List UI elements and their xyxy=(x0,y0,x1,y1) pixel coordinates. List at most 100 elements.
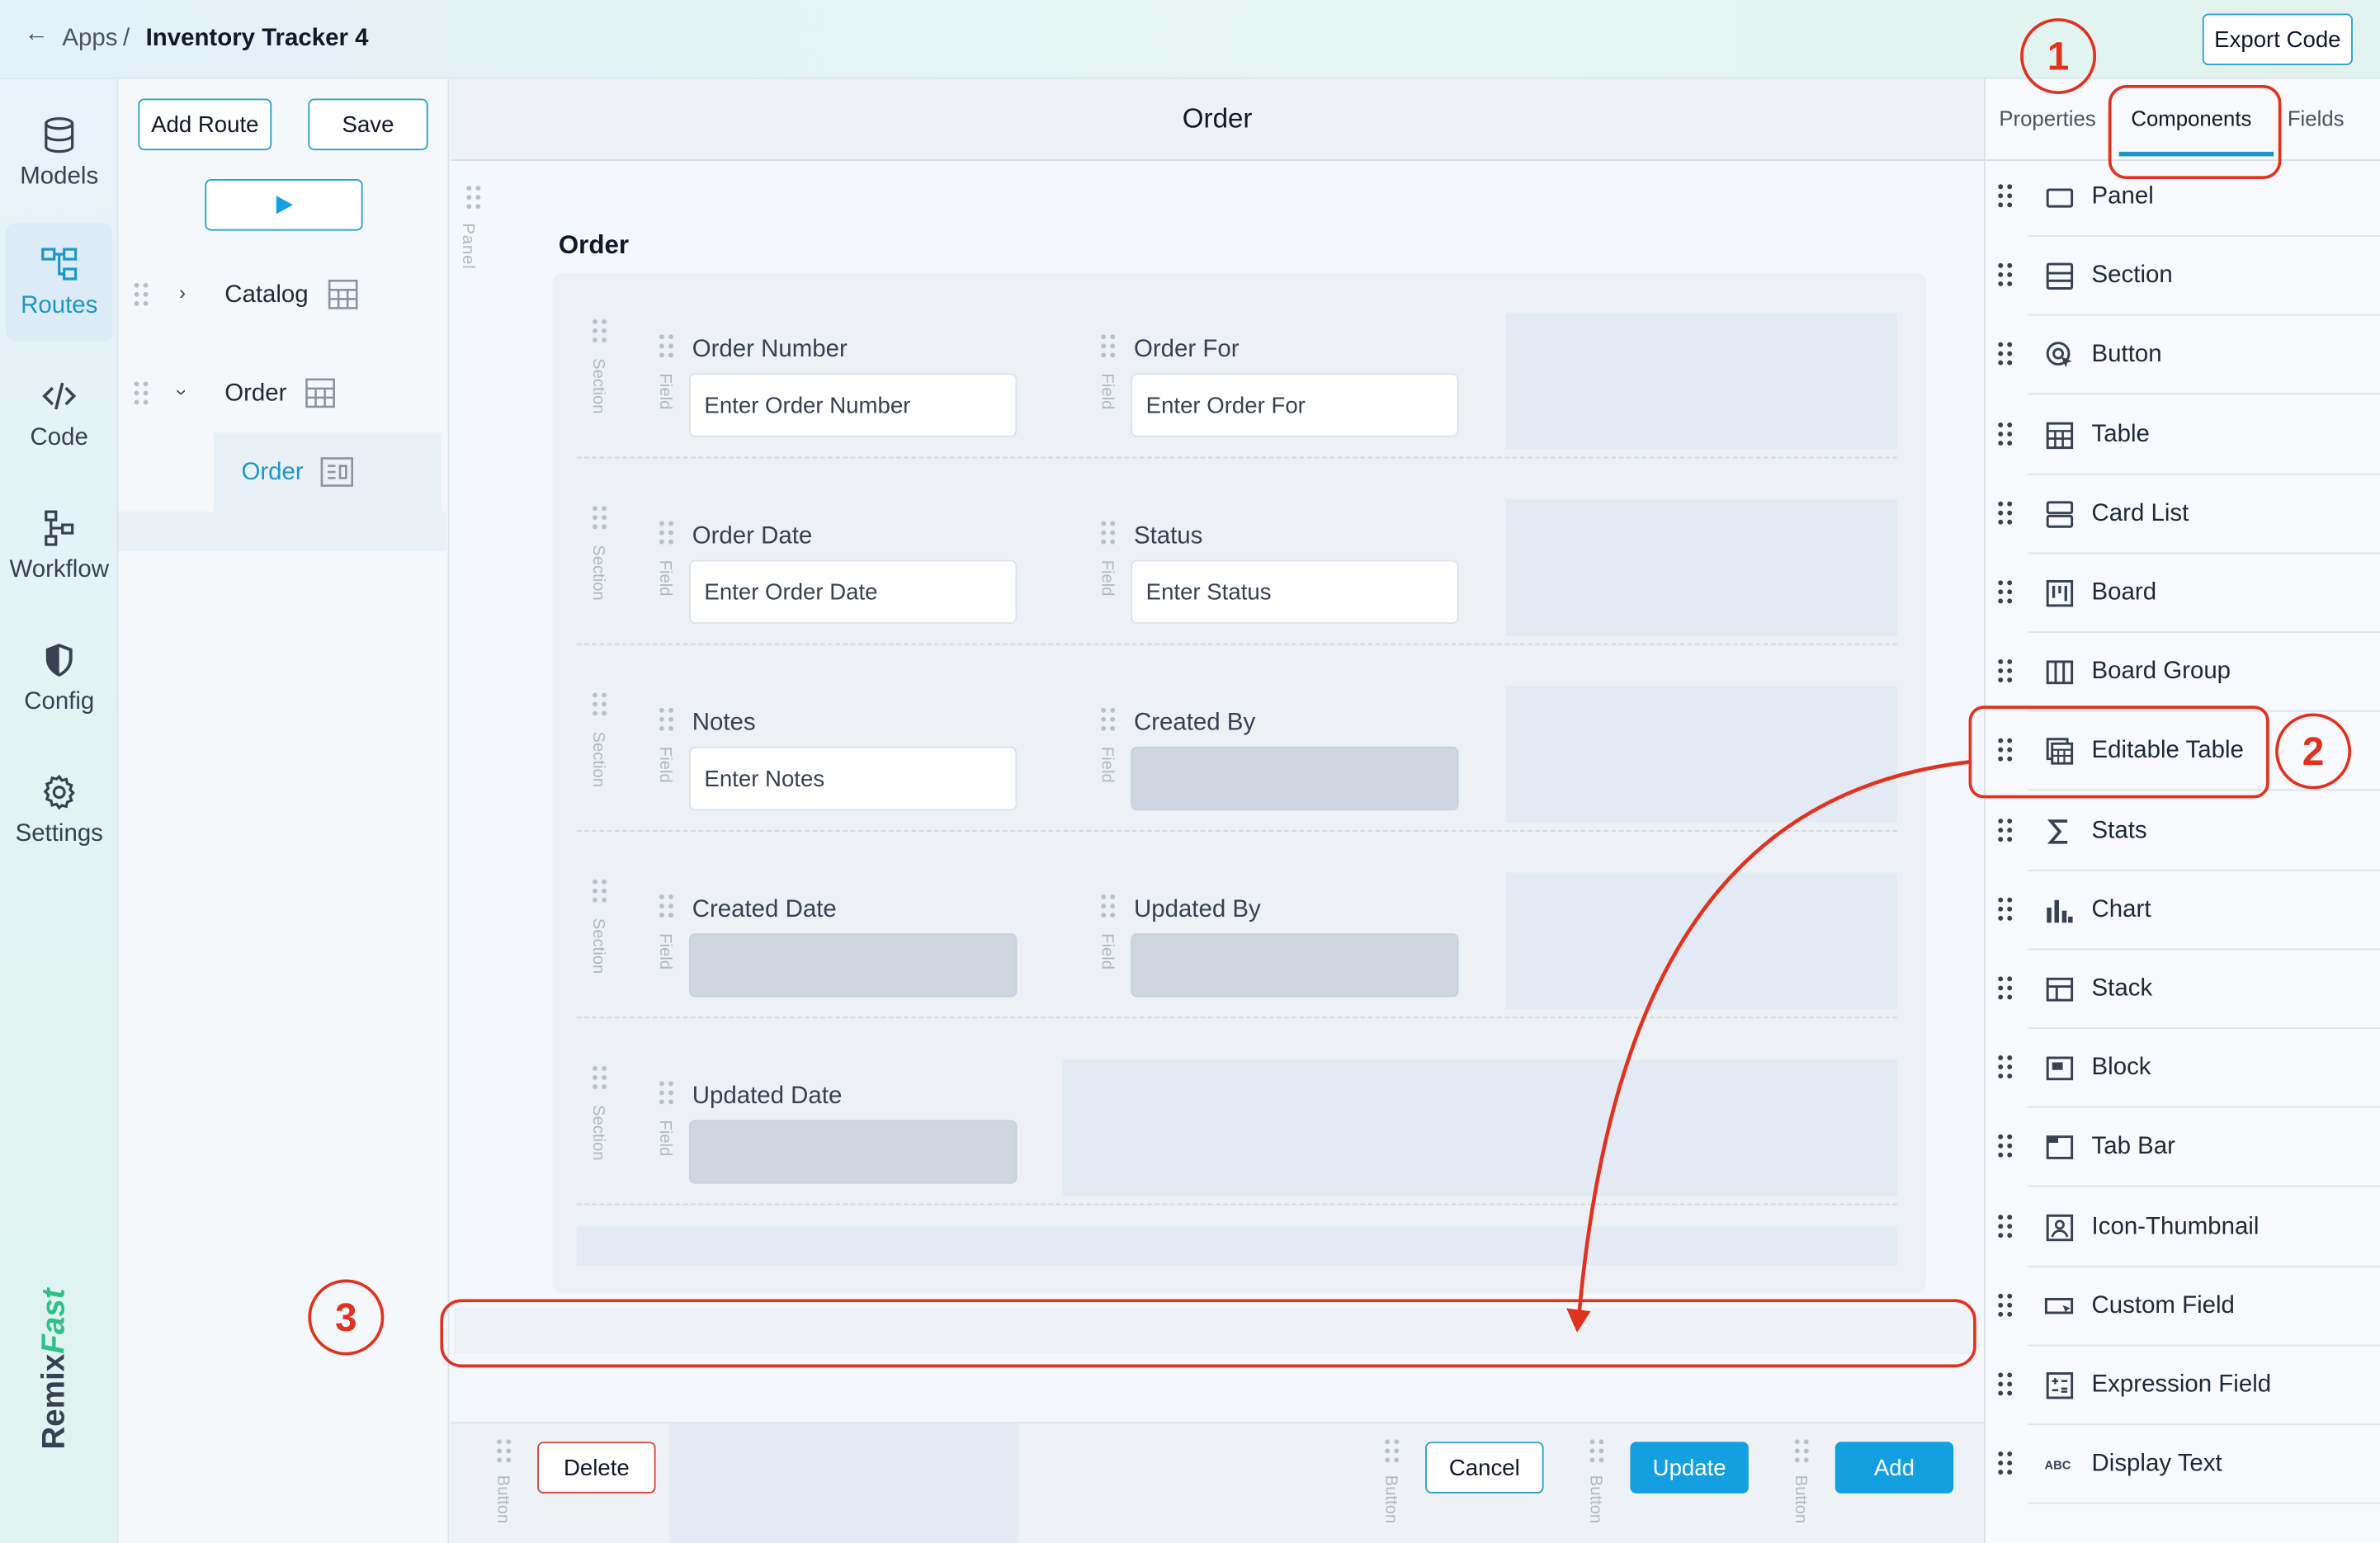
component-stack[interactable]: Stack xyxy=(1986,950,2380,1030)
drag-handle-icon[interactable] xyxy=(1998,1214,2013,1246)
component-tab-bar[interactable]: Tab Bar xyxy=(1986,1108,2380,1188)
tab-properties[interactable]: Properties xyxy=(1999,106,2095,130)
rail-item-routes[interactable]: Routes xyxy=(6,223,113,342)
component-board-group[interactable]: Board Group xyxy=(1986,633,2380,712)
field-notes[interactable]: Field Notes Enter Notes xyxy=(635,692,1060,826)
drag-handle-icon[interactable] xyxy=(1998,1055,2013,1088)
save-button[interactable]: Save xyxy=(308,98,428,151)
order-for-input[interactable]: Enter Order For xyxy=(1131,373,1459,437)
chevron-right-icon[interactable]: › xyxy=(179,281,186,304)
drag-handle-icon[interactable] xyxy=(1794,1439,1809,1463)
drag-handle-icon[interactable] xyxy=(1998,1372,2013,1404)
component-chart[interactable]: Chart xyxy=(1986,871,2380,951)
board-group-icon xyxy=(2046,660,2074,685)
component-table[interactable]: Table xyxy=(1986,395,2380,474)
drag-handle-icon[interactable] xyxy=(1100,334,1116,358)
order-number-input[interactable]: Enter Order Number xyxy=(689,373,1018,437)
drag-handle-icon[interactable] xyxy=(592,879,607,903)
drag-handle-icon[interactable] xyxy=(1998,580,2013,612)
arrow-left-icon[interactable]: ← xyxy=(24,21,48,49)
drag-handle-icon[interactable] xyxy=(659,707,673,731)
field-updated-by[interactable]: Field Updated By xyxy=(1076,879,1501,1012)
drag-handle-icon[interactable] xyxy=(1998,818,2013,850)
component-icon-thumbnail[interactable]: Icon-Thumbnail xyxy=(1986,1187,2380,1267)
drag-handle-icon[interactable] xyxy=(1998,1135,2013,1167)
drag-handle-icon[interactable] xyxy=(1998,263,2013,295)
rail-item-workflow[interactable]: Workflow xyxy=(6,487,112,605)
component-block[interactable]: Block xyxy=(1986,1029,2380,1109)
add-route-button[interactable]: Add Route xyxy=(138,98,272,151)
component-board[interactable]: Board xyxy=(1986,554,2380,633)
component-card-list[interactable]: Card List xyxy=(1986,474,2380,554)
notes-input[interactable]: Enter Notes xyxy=(689,746,1018,811)
form-section[interactable]: Section Field Updated Date xyxy=(576,1059,1898,1206)
drag-handle-icon[interactable] xyxy=(466,185,481,210)
tree-item-order[interactable]: › Order xyxy=(118,354,446,433)
status-input[interactable]: Enter Status xyxy=(1131,559,1459,624)
component-label: Block xyxy=(2091,1055,2151,1081)
run-button[interactable] xyxy=(205,179,363,231)
field-order-date[interactable]: Field Order Date Enter Order Date xyxy=(635,505,1060,639)
drag-handle-icon[interactable] xyxy=(592,1065,607,1089)
drag-handle-icon[interactable] xyxy=(1998,184,2013,216)
form-section[interactable]: Section Field Created Date Field Updated… xyxy=(576,872,1898,1019)
component-section[interactable]: Section xyxy=(1986,237,2380,316)
breadcrumb-apps[interactable]: Apps xyxy=(62,26,117,53)
section-drop-strip[interactable] xyxy=(576,1226,1898,1266)
drag-handle-icon[interactable] xyxy=(659,894,673,918)
tree-item-catalog[interactable]: › Catalog xyxy=(118,255,446,334)
drag-handle-icon[interactable] xyxy=(1384,1439,1400,1463)
component-stats[interactable]: Stats xyxy=(1986,791,2380,871)
delete-button[interactable]: Delete xyxy=(537,1442,656,1493)
tab-fields[interactable]: Fields xyxy=(2288,106,2345,130)
form-section[interactable]: Section Field Order Number Enter Order N… xyxy=(576,312,1898,459)
drag-handle-icon[interactable] xyxy=(1998,897,2013,929)
rail-item-models[interactable]: Models xyxy=(6,94,112,212)
component-custom-field[interactable]: Custom Field xyxy=(1986,1267,2380,1347)
drag-handle-icon[interactable] xyxy=(1998,976,2013,1008)
field-updated-date[interactable]: Field Updated Date xyxy=(635,1065,1060,1199)
field-created-by[interactable]: Field Created By xyxy=(1076,692,1501,826)
component-expression-field[interactable]: Expression Field xyxy=(1986,1346,2380,1426)
rail-item-settings[interactable]: Settings xyxy=(6,751,112,869)
rail-item-code[interactable]: Code xyxy=(6,355,112,473)
component-button[interactable]: Button xyxy=(1986,316,2380,395)
drag-handle-icon[interactable] xyxy=(659,521,673,545)
drag-handle-icon[interactable] xyxy=(592,692,607,716)
drag-handle-icon[interactable] xyxy=(496,1439,512,1463)
field-created-date[interactable]: Field Created Date xyxy=(635,879,1060,1012)
update-button[interactable]: Update xyxy=(1630,1442,1749,1493)
field-status[interactable]: Field Status Enter Status xyxy=(1076,505,1501,639)
field-order-number[interactable]: Field Order Number Enter Order Number xyxy=(635,319,1060,452)
drag-handle-icon[interactable] xyxy=(1998,501,2013,533)
drag-handle-icon[interactable] xyxy=(659,1081,673,1105)
export-code-button[interactable]: Export Code xyxy=(2202,13,2353,66)
drag-handle-icon[interactable] xyxy=(1100,521,1116,545)
drag-handle-icon[interactable] xyxy=(1998,342,2013,375)
drag-handle-icon[interactable] xyxy=(1998,422,2013,454)
button-icon xyxy=(2046,342,2072,368)
field-order-for[interactable]: Field Order For Enter Order For xyxy=(1076,319,1501,452)
order-date-input[interactable]: Enter Order Date xyxy=(689,559,1018,624)
empty-slot xyxy=(1505,872,1898,1010)
drag-handle-icon[interactable] xyxy=(1998,1451,2013,1484)
tree-item-order-form[interactable]: Order xyxy=(214,432,442,512)
rail-item-config[interactable]: Config xyxy=(6,619,112,737)
drag-handle-icon[interactable] xyxy=(592,319,607,342)
add-button[interactable]: Add xyxy=(1835,1442,1954,1493)
chevron-down-icon[interactable]: › xyxy=(171,389,194,395)
drag-handle-icon[interactable] xyxy=(134,282,149,306)
drag-handle-icon[interactable] xyxy=(592,505,607,530)
form-section[interactable]: Section Field Notes Enter Notes Field Cr… xyxy=(576,686,1898,832)
cancel-button[interactable]: Cancel xyxy=(1425,1442,1544,1493)
drag-handle-icon[interactable] xyxy=(134,381,149,405)
drag-handle-icon[interactable] xyxy=(1100,707,1116,731)
drag-handle-icon[interactable] xyxy=(1589,1439,1604,1463)
component-display-text[interactable]: ABC Display Text xyxy=(1986,1425,2380,1505)
drag-handle-icon[interactable] xyxy=(1998,1293,2013,1325)
updated-date-input xyxy=(689,1120,1018,1184)
drag-handle-icon[interactable] xyxy=(1998,659,2013,691)
form-section[interactable]: Section Field Order Date Enter Order Dat… xyxy=(576,499,1898,645)
drag-handle-icon[interactable] xyxy=(1100,894,1116,918)
drag-handle-icon[interactable] xyxy=(659,334,673,358)
